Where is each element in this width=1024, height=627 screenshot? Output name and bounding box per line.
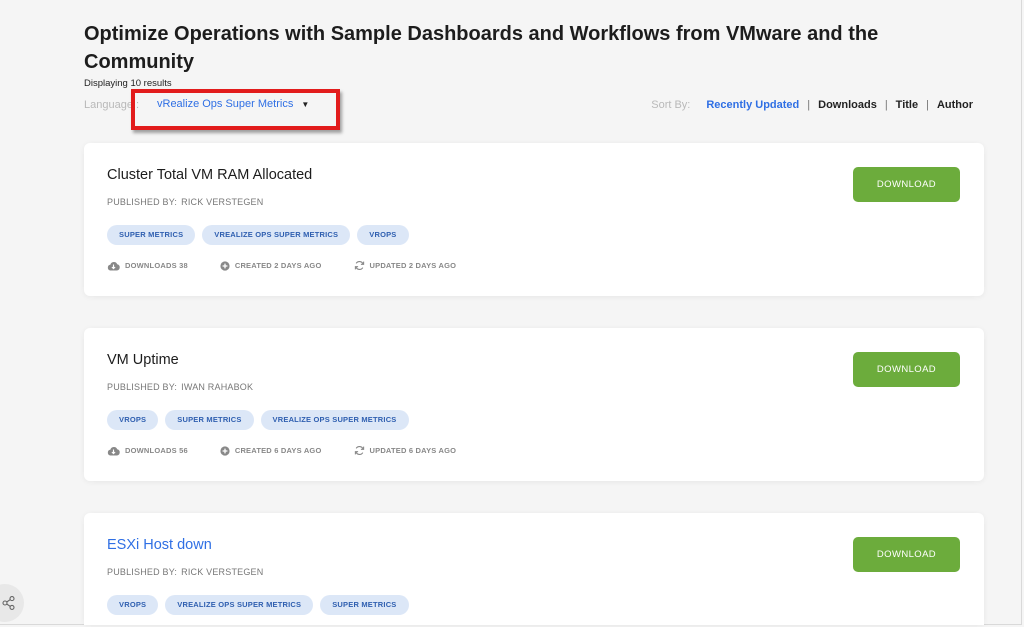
sort-separator: | (884, 99, 888, 111)
updated-date: UPDATED 6 DAYS AGO (369, 446, 457, 455)
tag[interactable]: VROPS (357, 225, 409, 245)
tag[interactable]: VREALIZE OPS SUPER METRICS (202, 225, 351, 245)
sort-bar: Sort By: Recently Updated | Downloads | … (651, 99, 973, 111)
refresh-icon (354, 446, 364, 455)
tag[interactable]: SUPER METRICS (320, 595, 409, 615)
share-icon (2, 596, 15, 610)
card-publisher: PUBLISHED BY: IWAN RAHABOK (107, 382, 253, 392)
language-filter-label: Language : (84, 99, 140, 111)
page-title: Optimize Operations with Sample Dashboar… (84, 23, 879, 73)
publisher-name: RICK VERSTEGEN (181, 567, 264, 577)
card-stats: DOWNLOADS 56 CREATED 6 DAYS AGO UPDATED … (107, 445, 456, 456)
tag-list: VROPS SUPER METRICS VREALIZE OPS SUPER M… (107, 410, 409, 430)
created-date: CREATED 2 DAYS AGO (234, 261, 322, 270)
card-title[interactable]: VM Uptime (107, 352, 179, 368)
plus-circle-icon (220, 260, 230, 271)
downloads-stat: DOWNLOADS 38 (107, 260, 188, 271)
tag[interactable]: SUPER METRICS (165, 410, 254, 430)
updated-stat: UPDATED 2 DAYS AGO (354, 260, 457, 271)
sort-option-author[interactable]: Author (937, 99, 973, 111)
downloads-count: DOWNLOADS 38 (125, 261, 188, 270)
tag[interactable]: VREALIZE OPS SUPER METRICS (260, 410, 409, 430)
sort-option-recently-updated[interactable]: Recently Updated (706, 99, 799, 111)
card-stats: DOWNLOADS 38 CREATED 2 DAYS AGO UPDATED … (107, 260, 456, 271)
language-dropdown[interactable]: vRealize Ops Super Metrics ▼ (157, 98, 309, 110)
updated-date: UPDATED 2 DAYS AGO (369, 261, 457, 270)
cloud-download-icon (107, 446, 120, 455)
publisher-label: PUBLISHED BY: (107, 567, 178, 577)
refresh-icon (354, 261, 364, 270)
card-title[interactable]: Cluster Total VM RAM Allocated (107, 167, 312, 183)
downloads-count: DOWNLOADS 56 (125, 446, 188, 455)
page-frame: Optimize Operations with Sample Dashboar… (0, 0, 1022, 625)
sort-separator: | (807, 99, 811, 111)
tag[interactable]: VROPS (107, 410, 159, 430)
sort-separator: | (926, 99, 929, 111)
tag[interactable]: SUPER METRICS (107, 225, 196, 245)
tag-list: VROPS VREALIZE OPS SUPER METRICS SUPER M… (107, 595, 409, 615)
created-stat: CREATED 2 DAYS AGO (220, 260, 322, 271)
publisher-label: PUBLISHED BY: (107, 197, 178, 207)
updated-stat: UPDATED 6 DAYS AGO (354, 445, 457, 456)
caret-down-icon: ▼ (301, 99, 310, 109)
card-publisher: PUBLISHED BY: RICK VERSTEGEN (107, 197, 263, 207)
tag-list: SUPER METRICS VREALIZE OPS SUPER METRICS… (107, 225, 409, 245)
created-stat: CREATED 6 DAYS AGO (220, 445, 322, 456)
sort-option-title[interactable]: Title (896, 99, 918, 111)
plus-circle-icon (220, 445, 230, 456)
sort-option-downloads[interactable]: Downloads (818, 99, 877, 111)
card-publisher: PUBLISHED BY: RICK VERSTEGEN (107, 567, 263, 577)
result-card: ESXi Host down PUBLISHED BY: RICK VERSTE… (84, 513, 984, 625)
result-count: Displaying 10 results (84, 78, 172, 89)
language-dropdown-value: vRealize Ops Super Metrics (157, 98, 294, 110)
result-card: Cluster Total VM RAM Allocated PUBLISHED… (84, 143, 984, 296)
download-button[interactable]: DOWNLOAD (853, 167, 960, 202)
publisher-name: IWAN RAHABOK (181, 382, 254, 392)
share-button[interactable] (0, 584, 24, 622)
publisher-label: PUBLISHED BY: (107, 382, 178, 392)
cloud-download-icon (107, 261, 120, 270)
tag[interactable]: VROPS (107, 595, 159, 615)
tag[interactable]: VREALIZE OPS SUPER METRICS (165, 595, 314, 615)
created-date: CREATED 6 DAYS AGO (234, 446, 322, 455)
publisher-name: RICK VERSTEGEN (181, 197, 264, 207)
result-card: VM Uptime PUBLISHED BY: IWAN RAHABOK VRO… (84, 328, 984, 481)
sort-label: Sort By: (651, 99, 691, 111)
downloads-stat: DOWNLOADS 56 (107, 445, 188, 456)
download-button[interactable]: DOWNLOAD (853, 352, 960, 387)
card-title[interactable]: ESXi Host down (107, 537, 212, 553)
download-button[interactable]: DOWNLOAD (853, 537, 960, 572)
